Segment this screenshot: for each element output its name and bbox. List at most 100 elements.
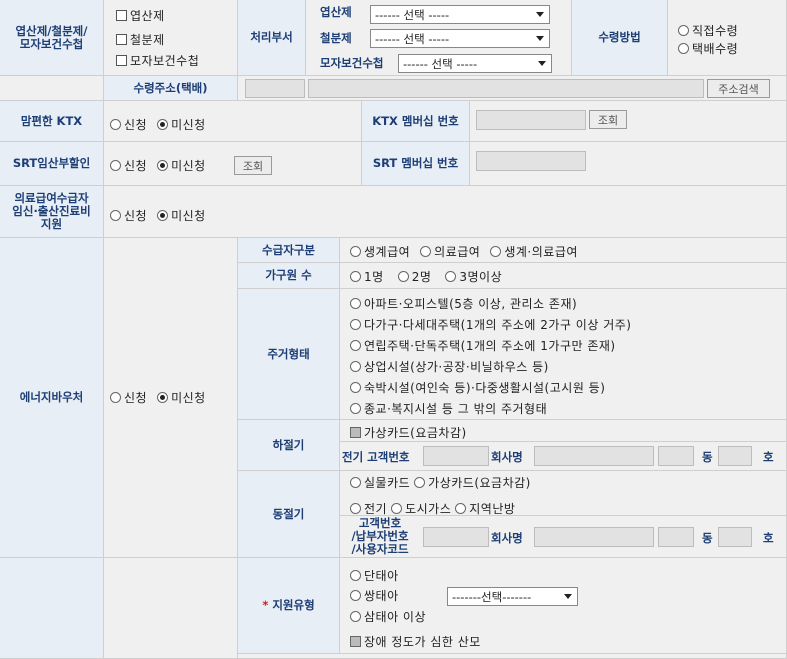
srt-lookup-button[interactable]: 조회 (234, 156, 272, 175)
household-2[interactable]: 2명 (397, 268, 432, 285)
receive-delivery-label: 택배수령 (692, 42, 739, 56)
support-disability-checkbox[interactable] (350, 636, 361, 647)
summer-card[interactable]: 가상카드(요금차감) (350, 424, 467, 441)
energy-apply[interactable]: 신청 (110, 389, 147, 406)
winter-company-extra-input[interactable] (658, 527, 694, 547)
summer-company-input[interactable] (534, 446, 654, 466)
srt-member-input[interactable] (476, 151, 586, 171)
medical-apply-radio[interactable] (110, 210, 121, 221)
housing-option-4-radio[interactable] (350, 361, 361, 372)
benefit-living[interactable]: 생계급여 (350, 243, 410, 260)
srt-not-apply[interactable]: 미신청 (157, 157, 206, 174)
medical-not-apply-label: 미신청 (171, 209, 206, 223)
ktx-member-input[interactable] (476, 110, 586, 130)
winter-fuel-electric-radio[interactable] (350, 503, 361, 514)
winter-company-input[interactable] (534, 527, 654, 547)
benefit-both-radio[interactable] (490, 246, 502, 257)
summer-company-extra-input[interactable] (658, 446, 694, 466)
winter-fuel-gas[interactable]: 도시가스 (391, 500, 451, 517)
energy-not-apply[interactable]: 미신청 (157, 389, 206, 406)
housing-option-3-radio[interactable] (350, 340, 361, 351)
benefit-medical-radio[interactable] (420, 246, 432, 257)
housing-option-1-radio[interactable] (350, 298, 361, 309)
energy-not-apply-radio[interactable] (157, 392, 169, 403)
housing-option-6-label: 종교·복지시설 등 그 밖의 주거형태 (364, 402, 548, 416)
housing-option-1[interactable]: 아파트·오피스텔(5층 이상, 관리소 존재) (350, 295, 577, 312)
winter-fuel-electric[interactable]: 전기 (350, 500, 387, 517)
benefit-both[interactable]: 생계·의료급여 (490, 243, 578, 260)
housing-option-2[interactable]: 다가구·다세대주택(1개의 주소에 2가구 이상 거주) (350, 316, 631, 333)
address-search-button[interactable]: 주소검색 (707, 79, 770, 98)
ktx-lookup-button[interactable]: 조회 (589, 110, 627, 129)
housing-option-4[interactable]: 상업시설(상가·공장·비닐하우스 등) (350, 358, 549, 375)
support-single-radio[interactable] (350, 570, 361, 581)
household-2-radio[interactable] (397, 271, 409, 282)
support-triplets-radio[interactable] (350, 611, 361, 622)
household-3-radio[interactable] (445, 271, 457, 282)
dept-folic-select[interactable]: ------ 선택 ----- (370, 5, 550, 24)
winter-fuel-district[interactable]: 지역난방 (455, 500, 515, 517)
receive-direct-radio[interactable] (678, 25, 689, 36)
summer-customer-input[interactable] (423, 446, 489, 466)
summer-ho-input[interactable] (718, 446, 752, 466)
support-select[interactable]: -------선택------- (447, 587, 578, 606)
winter-card-physical-label: 실물카드 (364, 476, 411, 490)
energy-apply-radio[interactable] (110, 392, 121, 403)
support-twins-radio[interactable] (350, 590, 361, 601)
ktx-not-apply[interactable]: 미신청 (157, 116, 206, 133)
receive-delivery[interactable]: 택배수령 (678, 40, 738, 57)
housing-option-6[interactable]: 종교·복지시설 등 그 밖의 주거형태 (350, 400, 547, 417)
address-input[interactable] (308, 79, 704, 98)
ktx-not-apply-radio[interactable] (157, 119, 169, 130)
winter-card-physical[interactable]: 실물카드 (350, 474, 410, 491)
folic-checkbox[interactable] (116, 10, 127, 21)
support-twins[interactable]: 쌍태아 (350, 587, 399, 604)
winter-fuel-gas-radio[interactable] (391, 503, 403, 514)
medical-apply[interactable]: 신청 (110, 207, 147, 224)
winter-ho-input[interactable] (718, 527, 752, 547)
receive-direct[interactable]: 직접수령 (678, 22, 738, 39)
item-handbook[interactable]: 모자보건수첩 (116, 52, 199, 69)
item-iron[interactable]: 철분제 (116, 31, 165, 48)
housing-option-3[interactable]: 연립주택·단독주택(1개의 주소에 1가구만 존재) (350, 337, 616, 354)
ktx-apply-radio[interactable] (110, 119, 121, 130)
item-folic[interactable]: 엽산제 (116, 7, 165, 24)
winter-cards: 실물카드 가상카드(요금차감) (350, 474, 541, 491)
srt-apply[interactable]: 신청 (110, 157, 147, 174)
winter-card-virtual[interactable]: 가상카드(요금차감) (414, 474, 531, 491)
iron-checkbox[interactable] (116, 34, 127, 45)
winter-card-physical-radio[interactable] (350, 477, 361, 488)
winter-dong-label: 동 (702, 531, 713, 545)
dept-handbook-select[interactable]: ------ 선택 ----- (398, 54, 552, 73)
address-header: 수령주소(택배) (104, 76, 238, 101)
medical-not-apply[interactable]: 미신청 (157, 207, 206, 224)
support-single[interactable]: 단태아 (350, 567, 399, 584)
energy-apply-label: 신청 (124, 391, 148, 405)
summer-card-checkbox[interactable] (350, 427, 361, 438)
support-disability[interactable]: 장애 정도가 심한 산모 (350, 633, 481, 650)
ktx-apply[interactable]: 신청 (110, 116, 147, 133)
support-triplets[interactable]: 삼태아 이상 (350, 608, 426, 625)
household-3[interactable]: 3명이상 (445, 268, 502, 285)
winter-fuel-district-radio[interactable] (455, 503, 467, 514)
support-bottom-strip (238, 654, 787, 659)
benefit-medical[interactable]: 의료급여 (420, 243, 480, 260)
benefit-living-radio[interactable] (350, 246, 361, 257)
handbook-checkbox[interactable] (116, 55, 127, 66)
household-2-label: 2명 (411, 270, 432, 284)
winter-card-virtual-radio[interactable] (414, 477, 426, 488)
household-1[interactable]: 1명 (350, 268, 384, 285)
medical-not-apply-radio[interactable] (157, 210, 169, 221)
srt-apply-radio[interactable] (110, 160, 121, 171)
srt-not-apply-radio[interactable] (157, 160, 169, 171)
receive-delivery-radio[interactable] (678, 43, 689, 54)
chevron-down-icon (536, 36, 544, 41)
postcode-input[interactable] (245, 79, 305, 98)
housing-option-5-radio[interactable] (350, 382, 361, 393)
household-1-radio[interactable] (350, 271, 361, 282)
housing-option-2-radio[interactable] (350, 319, 361, 330)
housing-option-6-radio[interactable] (350, 403, 361, 414)
housing-option-5[interactable]: 숙박시설(여인숙 등)·다중생활시설(고시원 등) (350, 379, 605, 396)
winter-customer-input[interactable] (423, 527, 489, 547)
dept-iron-select[interactable]: ------ 선택 ----- (370, 29, 550, 48)
